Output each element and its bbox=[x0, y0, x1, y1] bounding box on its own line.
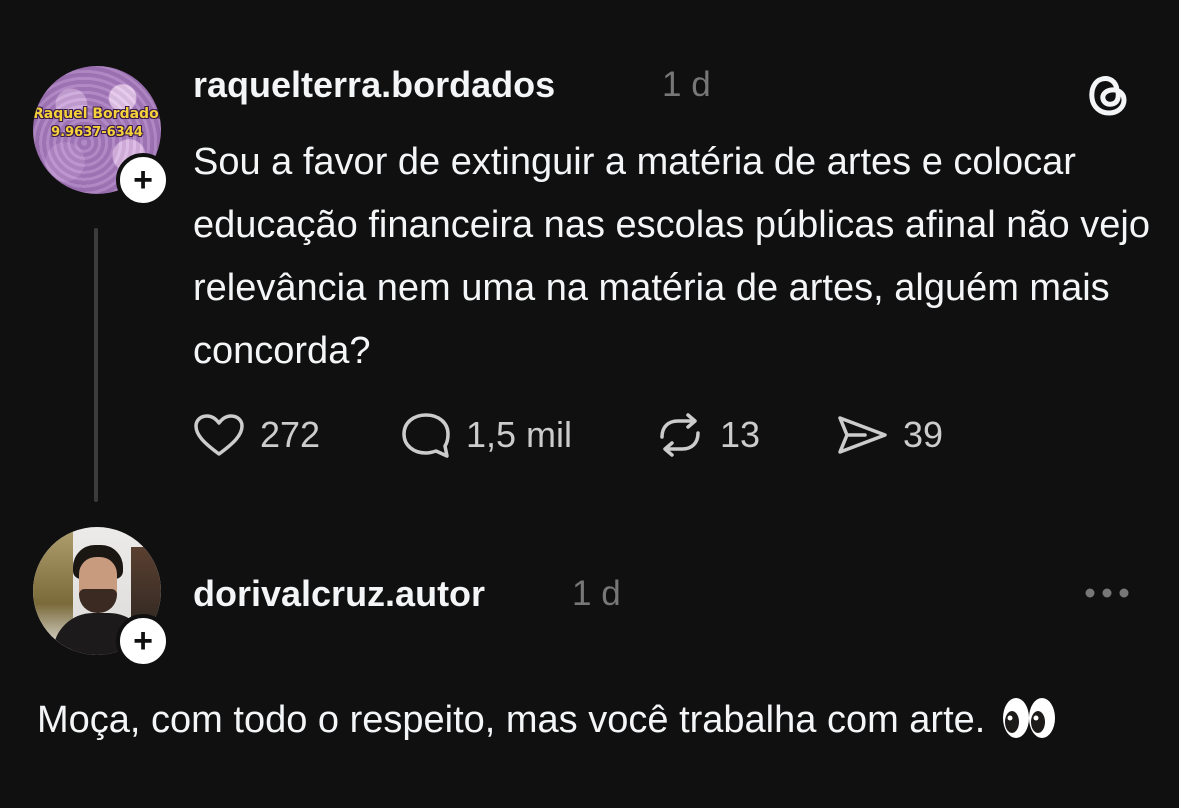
post-timestamp: 1 d bbox=[662, 65, 711, 104]
like-count: 272 bbox=[260, 414, 321, 455]
reply-body: Moça, com todo o respeito, mas você trab… bbox=[37, 689, 1147, 752]
thread-connector-line bbox=[94, 228, 98, 502]
reply-count: 1,5 mil bbox=[466, 414, 573, 455]
reply-button[interactable]: 1,5 mil bbox=[400, 410, 572, 460]
share-count: 39 bbox=[903, 414, 944, 455]
avatar-beard bbox=[79, 589, 117, 613]
comment-icon bbox=[402, 413, 450, 458]
reply-body-text: Moça, com todo o respeito, mas você trab… bbox=[37, 699, 986, 741]
eyes-emoji-icon bbox=[1001, 696, 1057, 740]
avatar-logo-text: Raquel Bordados bbox=[33, 106, 161, 122]
repost-icon bbox=[660, 413, 700, 457]
share-button[interactable]: 39 bbox=[835, 410, 943, 460]
follow-reply-author-button[interactable]: + bbox=[116, 614, 170, 668]
repost-count: 13 bbox=[720, 414, 761, 455]
avatar-logo-phone: 9.9637-6344 bbox=[51, 125, 143, 140]
more-options-icon[interactable] bbox=[1084, 586, 1130, 598]
send-icon bbox=[838, 416, 887, 454]
like-button[interactable]: 272 bbox=[192, 410, 320, 460]
heart-icon bbox=[194, 414, 244, 456]
reply-timestamp: 1 d bbox=[572, 574, 621, 613]
repost-button[interactable]: 13 bbox=[654, 410, 760, 460]
plus-icon: + bbox=[133, 161, 153, 199]
post-body-text: Sou a favor de extinguir a matéria de ar… bbox=[193, 141, 1150, 372]
follow-author-button[interactable]: + bbox=[116, 153, 170, 207]
plus-icon: + bbox=[133, 622, 153, 660]
threads-logo-icon[interactable] bbox=[1083, 68, 1133, 118]
reply-username[interactable]: dorivalcruz.autor bbox=[193, 573, 485, 615]
author-username[interactable]: raquelterra.bordados bbox=[193, 64, 555, 106]
